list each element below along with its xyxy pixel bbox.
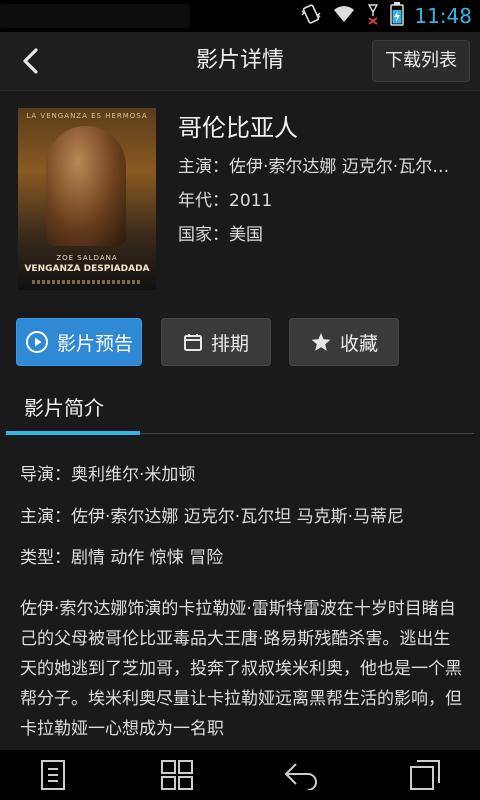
genre-text: 类型：剧情 动作 惊悚 冒险 xyxy=(20,548,224,568)
tab-indicator xyxy=(6,431,140,435)
apps-icon xyxy=(161,760,193,790)
star-icon xyxy=(310,331,332,353)
apps-button[interactable] xyxy=(157,757,197,793)
battery-charging-icon xyxy=(390,2,405,30)
poster-credits xyxy=(32,280,142,284)
tab-intro[interactable]: 影片简介 xyxy=(24,392,104,421)
schedule-button[interactable]: 排期 xyxy=(161,318,271,366)
recents-icon xyxy=(410,760,440,790)
status-notification-area xyxy=(0,4,190,28)
menu-button[interactable] xyxy=(33,757,73,793)
play-circle-icon xyxy=(25,330,49,354)
header-bar: 影片详情 下载列表 xyxy=(0,32,480,91)
download-list-button[interactable]: 下载列表 xyxy=(372,40,470,82)
trailer-button[interactable]: 影片预告 xyxy=(16,318,142,366)
movie-year: 年代：2011 xyxy=(178,191,273,211)
wifi-icon xyxy=(332,4,356,28)
back-icon xyxy=(284,763,317,790)
favorite-button[interactable]: 收藏 xyxy=(289,318,399,366)
status-time: 11:48 xyxy=(414,4,472,28)
director-text: 导演：奥利维尔·米加顿 xyxy=(20,465,196,485)
back-chevron-icon xyxy=(23,48,38,74)
starring-text: 主演：佐伊·索尔达娜 迈克尔·瓦尔坦 马克斯·马蒂尼 xyxy=(20,507,405,527)
status-bar: 11:48 xyxy=(0,0,480,32)
poster-actor: ZOE SALDANA xyxy=(56,254,118,262)
no-signal-icon xyxy=(366,3,380,29)
trailer-label: 影片预告 xyxy=(56,332,133,355)
vibrate-icon xyxy=(300,3,322,29)
navigation-bar xyxy=(0,750,480,800)
poster-title: VENGANZA DESPIADADA xyxy=(24,264,150,274)
calendar-icon xyxy=(183,332,203,352)
system-back-button[interactable] xyxy=(281,757,321,793)
poster-figure xyxy=(46,126,126,246)
tab-divider xyxy=(140,433,474,434)
synopsis-text: 佐伊·索尔达娜饰演的卡拉勒娅·雷斯特雷波在十岁时目睹自己的父母被哥伦比亚毒品大王… xyxy=(20,599,462,739)
poster-tagline: LA VENGANZA ES HERMOSA xyxy=(26,112,148,120)
movie-poster[interactable]: LA VENGANZA ES HERMOSA ZOE SALDANA VENGA… xyxy=(18,108,156,290)
schedule-label: 排期 xyxy=(210,332,249,355)
menu-icon xyxy=(41,760,65,790)
back-button[interactable] xyxy=(16,44,46,78)
favorite-label: 收藏 xyxy=(339,332,378,355)
movie-country: 国家：美国 xyxy=(178,225,263,245)
status-icons: 11:48 xyxy=(300,0,472,32)
recents-button[interactable] xyxy=(405,757,445,793)
movie-starring: 主演：佐伊·索尔达娜 迈克尔·瓦尔… xyxy=(178,157,450,177)
movie-title: 哥伦比亚人 xyxy=(178,114,298,142)
